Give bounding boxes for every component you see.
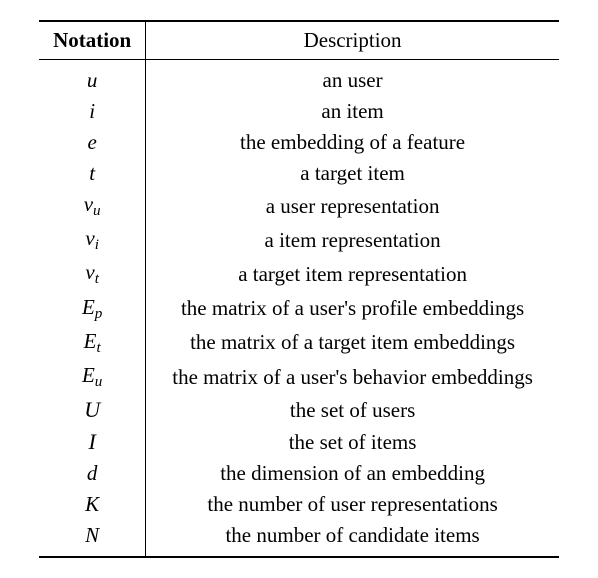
description-cell: the matrix of a user's behavior embeddin… (146, 360, 559, 394)
table-row: ethe embedding of a feature (39, 127, 559, 158)
notation-cell: I (39, 426, 146, 458)
notation-cell: d (39, 458, 146, 489)
notation-cell: vi (39, 223, 146, 257)
notation-cell: Et (39, 326, 146, 360)
notation-cell: N (39, 520, 146, 557)
description-cell: the set of items (146, 426, 559, 458)
notation-cell: i (39, 96, 146, 127)
description-cell: the matrix of a target item embeddings (146, 326, 559, 360)
header-description: Description (146, 21, 559, 60)
notation-cell: vu (39, 189, 146, 223)
header-notation: Notation (39, 21, 146, 60)
description-cell: the number of candidate items (146, 520, 559, 557)
table-header-row: Notation Description (39, 21, 559, 60)
description-cell: a item representation (146, 223, 559, 257)
table-row: Epthe matrix of a user's profile embeddi… (39, 292, 559, 326)
table-row: dthe dimension of an embedding (39, 458, 559, 489)
table-row: Euthe matrix of a user's behavior embedd… (39, 360, 559, 394)
description-cell: an item (146, 96, 559, 127)
notation-cell: U (39, 394, 146, 426)
table-row: vta target item representation (39, 257, 559, 291)
description-cell: a target item (146, 158, 559, 189)
notation-cell: u (39, 60, 146, 97)
notation-cell: vt (39, 257, 146, 291)
notation-cell: Eu (39, 360, 146, 394)
description-cell: the dimension of an embedding (146, 458, 559, 489)
table-row: vua user representation (39, 189, 559, 223)
table-row: ta target item (39, 158, 559, 189)
table-body: uan userian itemethe embedding of a feat… (39, 60, 559, 558)
description-cell: a target item representation (146, 257, 559, 291)
table-row: Etthe matrix of a target item embeddings (39, 326, 559, 360)
description-cell: the matrix of a user's profile embedding… (146, 292, 559, 326)
description-cell: a user representation (146, 189, 559, 223)
description-cell: an user (146, 60, 559, 97)
notation-cell: t (39, 158, 146, 189)
notation-table: Notation Description uan userian itemeth… (39, 20, 559, 558)
table-row: ian item (39, 96, 559, 127)
table-row: via item representation (39, 223, 559, 257)
description-cell: the set of users (146, 394, 559, 426)
notation-cell: Ep (39, 292, 146, 326)
description-cell: the embedding of a feature (146, 127, 559, 158)
notation-cell: e (39, 127, 146, 158)
table-row: uan user (39, 60, 559, 97)
table-row: Nthe number of candidate items (39, 520, 559, 557)
table-row: Ithe set of items (39, 426, 559, 458)
table-row: Uthe set of users (39, 394, 559, 426)
